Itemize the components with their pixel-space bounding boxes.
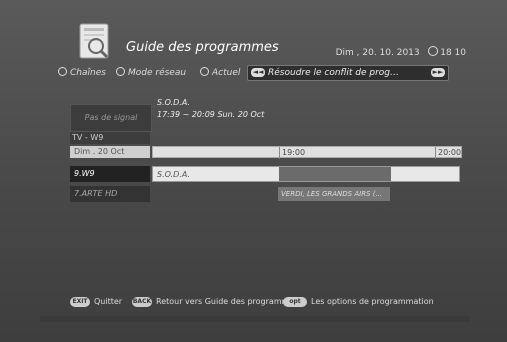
channel-row-arte[interactable]: 7.ARTE HD [70,186,150,202]
program-time: 17:39 ~ 20:09 Sun. 20 Oct [157,110,265,119]
date-text: Dim , 20. 10. 2013 [335,48,420,58]
program-row-w9[interactable]: S.O.D.A. [152,166,460,182]
program-name: S.O.D.A. [157,170,191,179]
radio-icon [116,67,125,76]
menu-bar: Chaînes Mode réseau Actuel ◄◄ Résoudre l… [58,64,464,82]
program-block-selected[interactable] [279,167,391,181]
conflict-label: Résoudre le conflit de prog… [268,68,400,78]
clock-icon [428,46,439,56]
preview-window: Pas de signal [70,104,152,132]
opt-key-icon[interactable]: opt [283,297,307,307]
opt-label: Les options de programmation [311,297,434,306]
time-tick: 20:00 [435,147,461,159]
program-title: S.O.D.A. [157,98,191,107]
forward-icon: ►► [431,68,445,77]
exit-key-icon[interactable]: EXIT [70,297,90,307]
guide-document-icon [76,22,114,60]
back-label: Retour vers Guide des programmes [156,297,299,306]
timeline: 19:00 20:00 [152,146,462,159]
tv-screen: Guide des programmes Dim , 20. 10. 2013 … [0,0,507,342]
program-block-arte[interactable]: VERDI, LES GRANDS AIRS (... [278,187,390,201]
back-key-icon[interactable]: BACK [132,297,152,307]
channel-row-w9[interactable]: 9.W9 [70,166,150,182]
channel-group-label: TV - W9 [70,132,150,144]
time-tick: 19:00 [279,147,305,159]
resolve-conflict-button[interactable]: ◄◄ Résoudre le conflit de prog… ►► [247,65,449,81]
radio-icon [200,67,209,76]
exit-label: Quitter [94,297,123,306]
bottom-bar [40,316,470,322]
option-chaines[interactable]: Chaînes [58,67,106,78]
footer-help: EXIT Quitter BACK Retour vers Guide des … [70,296,460,310]
time-text: 18 10 [440,48,466,58]
radio-icon [58,67,67,76]
header: Guide des programmes Dim , 20. 10. 2013 … [40,14,470,64]
page-title: Guide des programmes [126,40,279,55]
datetime: Dim , 20. 10. 2013 18 10 [336,46,466,58]
option-actuel[interactable]: Actuel [200,67,240,78]
option-mode-reseau[interactable]: Mode réseau [116,67,186,78]
grid-date: Dim . 20 Oct [70,146,150,158]
rewind-icon: ◄◄ [251,68,265,77]
